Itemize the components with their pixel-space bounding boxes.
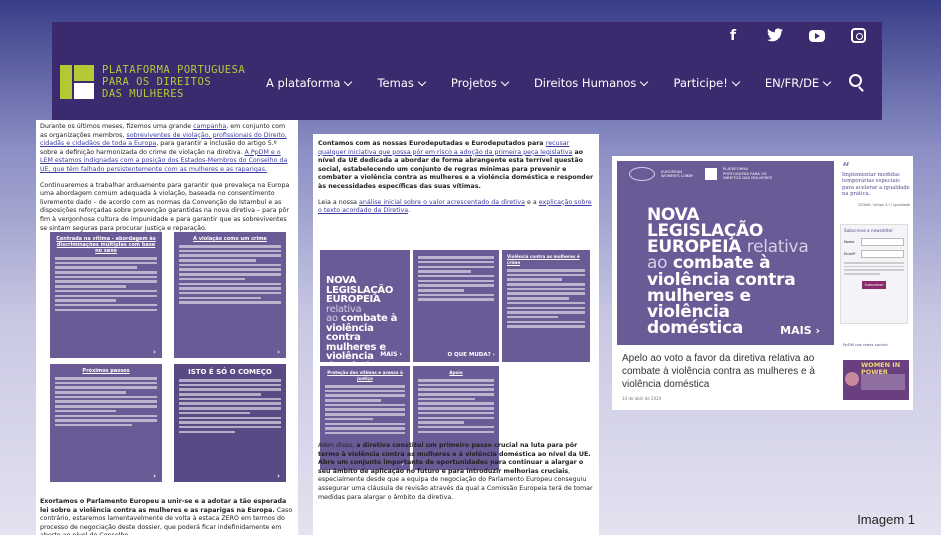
logo-text: PLATAFORMA PORTUGUESA PARA OS DIREITOS D… — [102, 64, 246, 100]
logo-mark-icon — [60, 65, 94, 99]
quote-source: CEDAW / Artigo 4.º | Igualdade — [857, 202, 910, 207]
card-title: Violência contra as mulheres é crime — [507, 254, 580, 265]
card-o-que-muda[interactable]: O QUE MUDA? › — [413, 250, 499, 362]
card-centrada-vitima[interactable]: Centrada na vítima - abordagem às discri… — [50, 232, 162, 358]
quote-block: “ Implementar medidas temporárias especi… — [842, 160, 910, 207]
hero-card-small[interactable]: NOVA LEGISLAÇÃO EUROPEIA relativa ao com… — [320, 250, 410, 371]
hero-card-large[interactable]: EUROPEAN WOMEN'S LOBBY PLATAFORMA PORTUG… — [617, 161, 834, 345]
arrow-right-icon: › — [277, 472, 280, 480]
twitter-icon[interactable] — [767, 28, 783, 44]
card-so-o-comeco[interactable]: ISTO É SÓ O COMEÇO › — [174, 364, 286, 482]
paragraph-2: Leia a nossa análise inicial sobre o val… — [318, 198, 592, 215]
banner-image — [861, 374, 905, 390]
youtube-icon[interactable] — [809, 30, 825, 42]
card-title: Apoio — [449, 370, 463, 375]
field-label: Nome — [844, 240, 855, 244]
article-panel-right: EUROPEAN WOMEN'S LOBBY PLATAFORMA PORTUG… — [612, 156, 913, 410]
image-caption: Imagem 1 — [857, 512, 915, 527]
nav-item-language[interactable]: EN/FR/DE — [765, 76, 832, 90]
email-field[interactable] — [861, 250, 904, 258]
link-campanha[interactable]: campanha — [193, 123, 226, 130]
chevron-down-icon — [640, 77, 649, 86]
site-header: f PLATAFORMA PORTUGUESA PARA OS DIREITOS… — [52, 22, 882, 120]
arrow-right-icon: › — [153, 348, 156, 356]
hero-headline: NOVA LEGISLAÇÃO EUROPEIA relativa ao com… — [647, 205, 809, 338]
link-analise-inicial[interactable]: análise inicial sobre o valor acrescenta… — [359, 199, 525, 206]
card-title: Centrada na vítima - abordagem às discri… — [56, 236, 156, 254]
arrow-right-icon: › — [153, 472, 156, 480]
instagram-icon[interactable] — [851, 28, 866, 43]
nav-item-direitos-humanos[interactable]: Direitos Humanos — [534, 76, 649, 90]
card-title: A violação como um crime — [193, 236, 267, 242]
nav-item-participe[interactable]: Participe! — [673, 76, 741, 90]
mais-button[interactable]: MAIS › — [780, 324, 820, 337]
paragraph-1: Contamos com as nossas Eurodeputadas e E… — [318, 140, 594, 190]
article-panel-middle: Contamos com as nossas Eurodeputadas e E… — [313, 134, 599, 535]
card-violencia-crime[interactable]: Violência contra as mulheres é crime — [502, 250, 590, 362]
article-panel-left: Durante os últimos meses, fizemos uma gr… — [36, 120, 298, 535]
article-date: 14 de abril de 2024 — [622, 396, 662, 401]
card-proximos-passos[interactable]: Próximos passos › — [50, 364, 162, 482]
paragraph-1: Durante os últimos meses, fizemos uma gr… — [40, 123, 288, 173]
search-icon[interactable] — [849, 74, 862, 87]
social-links: f — [725, 28, 866, 44]
subscribe-button[interactable]: Subscrever — [862, 280, 886, 289]
chevron-down-icon — [417, 77, 427, 86]
card-title: ISTO É SÓ O COMEÇO — [188, 368, 272, 376]
site-logo[interactable]: PLATAFORMA PORTUGUESA PARA OS DIREITOS D… — [60, 64, 245, 100]
partner-logos: EUROPEAN WOMEN'S LOBBY PLATAFORMA PORTUG… — [629, 167, 773, 181]
chevron-down-icon — [822, 77, 832, 86]
card-title: Proteção das vítimas e acesso à justiça — [327, 370, 403, 381]
partner-name: EUROPEAN WOMEN'S LOBBY — [661, 168, 694, 178]
quote-icon: “ — [842, 160, 850, 174]
paragraph-2: Continuaremos a trabalhar arduamente par… — [40, 181, 290, 232]
ppdm-logo-icon — [705, 168, 717, 180]
card-title: Próximos passos — [82, 368, 130, 374]
paragraph-3: Além disso, a diretiva constitui um prim… — [318, 442, 593, 501]
arrow-right-icon: › — [277, 348, 280, 356]
facebook-icon[interactable]: f — [725, 28, 741, 44]
article-title[interactable]: Apelo ao voto a favor da diretiva relati… — [622, 352, 832, 391]
partner-name: PLATAFORMA PORTUGUESA PARA OS DIREITOS D… — [723, 166, 773, 181]
social-banner[interactable]: WOMEN IN POWER — [843, 360, 909, 400]
card-violacao-crime[interactable]: A violação como um crime › — [174, 232, 286, 358]
main-nav: A plataforma Temas Projetos Direitos Hum… — [266, 76, 856, 90]
chevron-down-icon — [500, 77, 510, 86]
paragraph-3: Exortamos o Parlamento Europeu a unir-se… — [40, 498, 293, 535]
newsletter-title: Subscreva a newsletter — [844, 228, 894, 233]
newsletter-box: Subscreva a newsletter Nome Email* Subsc… — [840, 224, 908, 324]
nav-item-temas[interactable]: Temas — [377, 76, 427, 90]
ewl-logo-icon — [629, 167, 655, 181]
nav-item-projetos[interactable]: Projetos — [451, 76, 510, 90]
field-label: Email* — [844, 252, 856, 256]
avatar — [845, 372, 859, 386]
name-field[interactable] — [861, 238, 904, 246]
chevron-down-icon — [731, 77, 741, 86]
nav-item-a-plataforma[interactable]: A plataforma — [266, 76, 353, 90]
quote-text: Implementar medidas temporárias especiai… — [842, 172, 910, 198]
social-title: PpDM nas redes sociais — [843, 342, 888, 347]
chevron-down-icon — [344, 77, 353, 86]
